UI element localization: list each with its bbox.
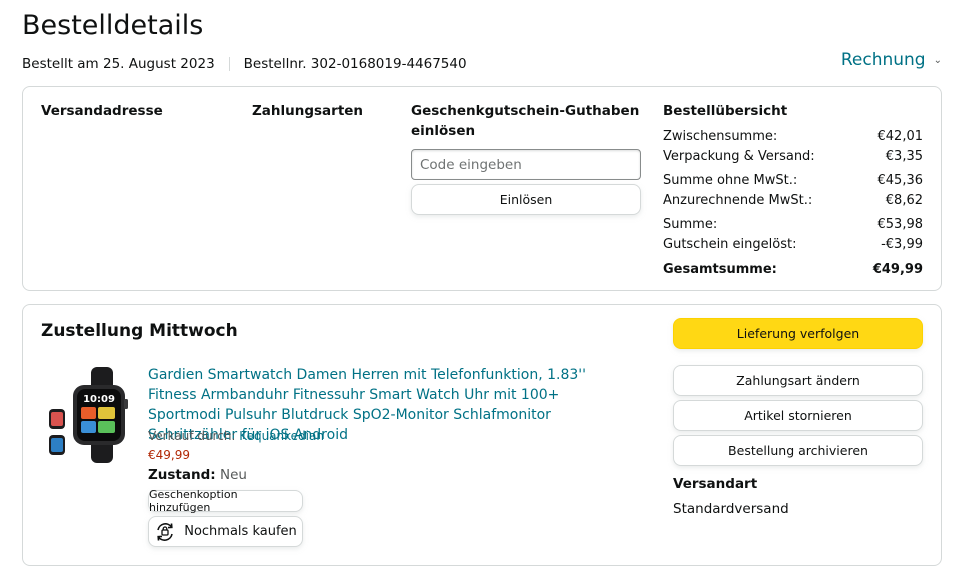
summary-label: Anzurechnende MwSt.: [663,192,813,208]
summary-label: Summe: [663,217,718,232]
summary-row: Anzurechnende MwSt.: €8,62 [663,191,923,211]
shipping-address-heading: Versandadresse [41,103,163,119]
gift-code-input[interactable] [411,149,641,180]
change-payment-button[interactable]: Zahlungsart ändern [673,365,923,396]
summary-value: €3,35 [885,148,923,164]
summary-label: Verpackung & Versand: [663,148,815,164]
shipping-type-label: Versandart [673,476,758,492]
product-condition: Zustand: Neu [148,467,247,483]
cancel-items-button[interactable]: Artikel stornieren [673,400,923,431]
order-info-panel: Versandadresse Zahlungsarten Geschenkgut… [22,86,942,291]
condition-label: Zustand: [148,467,216,483]
summary-heading: Bestellübersicht [663,103,788,119]
seller-line: Verkauf durch: Kequankedian [148,429,324,443]
shipping-type-value: Standardversand [673,501,789,517]
sold-by-label: Verkauf durch: [148,429,240,443]
gift-card-heading: Geschenkgutschein-Guthaben einlösen [411,101,639,141]
page-title: Bestelldetails [22,10,204,41]
order-date: Bestellt am 25. August 2023 [22,56,215,72]
summary-row: Gutschein eingelöst: -€3,99 [663,235,923,255]
summary-total-value: €49,99 [872,262,923,277]
buy-again-button[interactable]: Nochmals kaufen [148,516,303,547]
meta-divider [228,57,230,71]
summary-value: €42,01 [877,129,924,144]
add-gift-option-button[interactable]: Geschenkoption hinzufügen [148,488,303,514]
summary-value: €53,98 [877,217,924,232]
order-number: Bestellnr. 302-0168019-4467540 [243,56,467,72]
product-image[interactable]: 10:09 [47,365,135,465]
summary-row: Zwischensumme: €42,01 [663,127,923,147]
summary-label: Zwischensumme: [663,129,778,144]
summary-label: Gutschein eingelöst: [663,236,797,252]
chevron-down-icon: ⌄ [933,54,942,66]
summary-value: -€3,99 [881,236,923,252]
summary-value: €45,36 [877,173,924,188]
gift-card-heading-line1: Geschenkgutschein-Guthaben [411,103,640,119]
payment-methods-heading: Zahlungsarten [252,103,364,119]
invoice-label: Rechnung [840,50,926,70]
buy-again-icon [157,522,174,541]
delivery-title: Zustellung Mittwoch [41,321,238,341]
summary-total-row: Gesamtsumme: €49,99 [663,260,923,280]
watch-time: 10:09 [83,394,115,405]
archive-order-button[interactable]: Bestellung archivieren [673,435,923,466]
buy-again-label: Nochmals kaufen [184,524,297,539]
summary-total-label: Gesamtsumme: [663,262,777,277]
seller-link[interactable]: Kequankedian [239,429,324,443]
order-meta: Bestellt am 25. August 2023 Bestellnr. 3… [22,56,467,72]
summary-row: Summe: €53,98 [663,215,923,235]
summary-value: €8,62 [885,192,923,208]
delivery-panel: Zustellung Mittwoch 10:09 Gardien Smartw… [22,304,942,566]
product-price: €49,99 [148,448,190,462]
summary-row: Summe ohne MwSt.: €45,36 [663,171,923,191]
order-summary: Zwischensumme: €42,01 Verpackung & Versa… [663,127,923,280]
condition-value: Neu [219,467,247,483]
invoice-dropdown[interactable]: Rechnung ⌄ [841,50,942,70]
summary-row: Verpackung & Versand: €3,35 [663,147,923,167]
summary-label: Summe ohne MwSt.: [663,173,798,188]
track-package-button[interactable]: Lieferung verfolgen [673,318,923,349]
gift-card-heading-line2: einlösen [411,123,476,139]
redeem-button[interactable]: Einlösen [411,184,641,215]
